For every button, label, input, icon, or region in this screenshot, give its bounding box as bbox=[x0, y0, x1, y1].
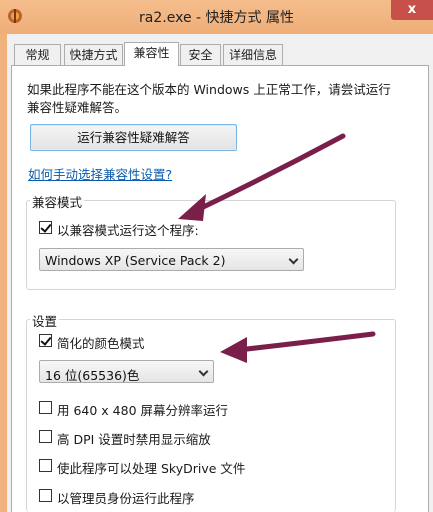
reduced-color-checkbox-row[interactable]: 简化的颜色模式 bbox=[39, 333, 239, 351]
window-title: ra2.exe - 快捷方式 属性 bbox=[139, 10, 294, 26]
disable-dpi-scaling-label: 高 DPI 设置时禁用显示缩放 bbox=[57, 432, 211, 447]
compat-mode-group-label: 兼容模式 bbox=[30, 192, 85, 211]
reduced-color-label: 简化的颜色模式 bbox=[57, 336, 145, 351]
tab-general[interactable]: 常规 bbox=[14, 44, 61, 65]
compat-mode-checkbox-label: 以兼容模式运行这个程序: bbox=[57, 223, 199, 238]
chevron-down-icon bbox=[288, 254, 299, 265]
compat-mode-checkbox[interactable] bbox=[39, 221, 52, 234]
resolution-640-label: 用 640 x 480 屏幕分辨率运行 bbox=[57, 403, 229, 418]
tab-compatibility[interactable]: 兼容性 bbox=[124, 42, 179, 66]
run-troubleshooter-button[interactable]: 运行兼容性疑难解答 bbox=[30, 124, 237, 151]
run-as-admin-checkbox[interactable] bbox=[39, 489, 52, 502]
os-version-select[interactable]: Windows XP (Service Pack 2) bbox=[39, 248, 304, 271]
compat-mode-checkbox-row[interactable]: 以兼容模式运行这个程序: bbox=[39, 220, 239, 238]
run-as-admin-label: 以管理员身份运行此程序 bbox=[57, 491, 195, 506]
disable-dpi-scaling-checkbox[interactable] bbox=[39, 430, 52, 443]
settings-group-label: 设置 bbox=[30, 311, 60, 330]
os-version-value: Windows XP (Service Pack 2) bbox=[45, 253, 226, 268]
tab-details[interactable]: 详细信息 bbox=[223, 44, 283, 65]
color-depth-value: 16 位(65536)色 bbox=[45, 368, 140, 383]
tab-security[interactable]: 安全 bbox=[180, 44, 221, 65]
close-button[interactable]: x bbox=[391, 0, 433, 20]
compat-description: 如果此程序不能在这个版本的 Windows 上正常工作，请尝试运行兼容性疑难解答… bbox=[27, 82, 391, 115]
resolution-640-checkbox[interactable] bbox=[39, 401, 52, 414]
tab-shortcut[interactable]: 快捷方式 bbox=[64, 44, 123, 65]
option-row-dpi[interactable]: 高 DPI 设置时禁用显示缩放 bbox=[39, 429, 299, 447]
option-row-admin[interactable]: 以管理员身份运行此程序 bbox=[39, 488, 299, 506]
chevron-down-icon bbox=[198, 366, 209, 377]
color-depth-select[interactable]: 16 位(65536)色 bbox=[39, 360, 214, 383]
dialog-client: 常规 快捷方式 兼容性 安全 详细信息 如果此程序不能在这个版本的 Window… bbox=[7, 34, 433, 512]
option-row-skydrive[interactable]: 使此程序可以处理 SkyDrive 文件 bbox=[39, 458, 299, 476]
skydrive-files-checkbox[interactable] bbox=[39, 459, 52, 472]
compat-mode-group bbox=[26, 200, 396, 290]
title-bar[interactable]: ra2.exe - 快捷方式 属性 x bbox=[0, 0, 433, 34]
option-row-640x480[interactable]: 用 640 x 480 屏幕分辨率运行 bbox=[39, 400, 299, 418]
reduced-color-checkbox[interactable] bbox=[39, 334, 52, 347]
manual-compat-link[interactable]: 如何手动选择兼容性设置? bbox=[28, 164, 172, 183]
skydrive-files-label: 使此程序可以处理 SkyDrive 文件 bbox=[57, 461, 246, 476]
